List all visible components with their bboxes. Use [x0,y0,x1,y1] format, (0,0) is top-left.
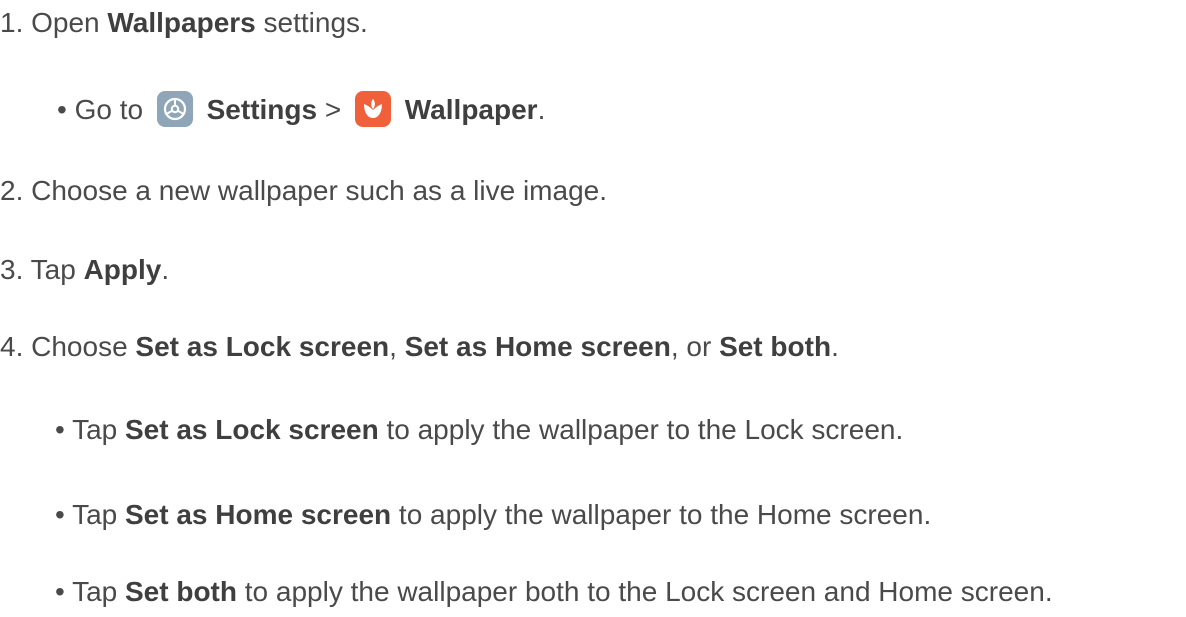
step-4-sep-1: , [389,331,405,362]
step-1-sub: • Go to Settings > Wallpaper. [57,90,545,130]
step-1: 1. Open Wallpapers settings. [0,3,368,43]
bullet-suffix: to apply the wallpaper both to the Lock … [237,576,1053,607]
step-4-bold-2: Set as Home screen [404,331,671,362]
step-4-bold-1: Set as Lock screen [135,331,390,362]
step-1-suffix: settings. [255,7,368,38]
step-2-text: 2. Choose a new wallpaper such as a live… [0,175,608,206]
step-1-sub-end: . [537,94,546,125]
step-1-sub-prefix: • Go to [57,94,151,125]
step-3: 3. Tap Apply. [0,250,169,290]
wallpaper-label: Wallpaper [404,94,538,125]
step-4-bullet-1: • Tap Set as Lock screen to apply the wa… [55,410,903,450]
step-4-bold-3: Set both [719,331,832,362]
step-2: 2. Choose a new wallpaper such as a live… [0,171,607,211]
bullet-suffix: to apply the wallpaper to the Lock scree… [378,414,904,445]
step-1-bold: Wallpapers [107,7,256,38]
bullet-prefix: • Tap [55,576,125,607]
step-1-prefix: 1. Open [0,7,108,38]
bullet-bold: Set as Lock screen [125,414,379,445]
bullet-suffix: to apply the wallpaper to the Home scree… [391,499,932,530]
step-4-sep-2: , or [670,331,720,362]
step-4-bullet-2: • Tap Set as Home screen to apply the wa… [55,495,931,535]
settings-label: Settings [206,94,318,125]
step-3-prefix: 3. Tap [0,254,84,285]
step-4-suffix: . [831,331,839,362]
bullet-prefix: • Tap [55,499,125,530]
step-4: 4. Choose Set as Lock screen, Set as Hom… [0,327,839,367]
step-3-suffix: . [161,254,170,285]
step-3-bold: Apply [83,254,162,285]
bullet-prefix: • Tap [55,414,125,445]
bullet-bold: Set as Home screen [125,499,392,530]
step-4-bullet-3: • Tap Set both to apply the wallpaper bo… [55,572,1053,612]
wallpaper-flower-icon [355,90,392,127]
step-4-prefix: 4. Choose [0,331,136,362]
settings-gear-icon [156,90,193,127]
bullet-bold: Set both [125,576,237,607]
separator: > [317,94,350,125]
